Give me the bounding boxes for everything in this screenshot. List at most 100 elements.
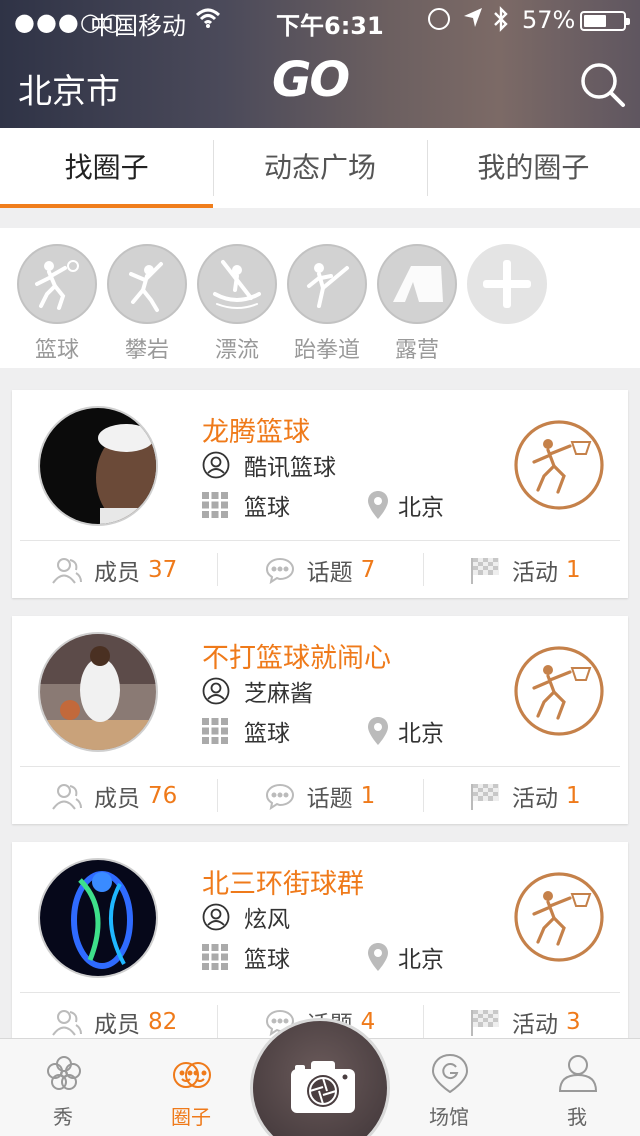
- members-stat[interactable]: 成员 76: [12, 767, 217, 824]
- search-icon[interactable]: [578, 60, 626, 108]
- plus-icon: [467, 244, 547, 324]
- category-camping[interactable]: 露营: [376, 244, 458, 364]
- tab-label: 我: [567, 1105, 587, 1129]
- carrier-name: 中国移动: [90, 12, 186, 40]
- basketball-badge-icon: [514, 420, 604, 510]
- user-icon: [202, 451, 230, 479]
- sport-name: 篮球: [244, 495, 290, 521]
- checkered-flag-icon: [471, 557, 499, 584]
- owner-name: 芝麻酱: [244, 681, 313, 707]
- tab-me[interactable]: 我: [522, 1039, 632, 1136]
- clock: 下午6:31: [276, 12, 384, 40]
- category-label: 篮球: [34, 338, 79, 363]
- topics-count: 1: [360, 782, 376, 809]
- city-selector[interactable]: 北京市: [18, 64, 120, 113]
- group-city: 北京: [368, 942, 444, 973]
- members-label: 成员: [94, 559, 141, 586]
- group-avatar: [38, 406, 158, 526]
- topics-stat[interactable]: 话题 1: [217, 767, 422, 824]
- profile-icon: [558, 1055, 598, 1092]
- grid-icon: [202, 944, 228, 970]
- category-basketball[interactable]: 篮球: [16, 244, 98, 364]
- group-stats: 成员 76 话题 1 活动 1: [12, 767, 628, 824]
- events-stat[interactable]: 活动 1: [422, 767, 628, 824]
- members-count: 82: [148, 1008, 178, 1035]
- add-category-button[interactable]: [466, 244, 548, 324]
- rafting-icon: [197, 244, 277, 324]
- events-label: 活动: [512, 785, 558, 812]
- events-count: 1: [566, 782, 581, 809]
- topics-count: 4: [360, 1008, 376, 1035]
- category-climbing[interactable]: 攀岩: [106, 244, 188, 364]
- segment-tabs: 找圈子 动态广场 我的圈子: [0, 128, 640, 208]
- flower-icon: [47, 1056, 81, 1090]
- location-pin-icon: [368, 943, 388, 971]
- category-label: 露营: [394, 338, 439, 363]
- tab-feed-square[interactable]: 动态广场: [213, 128, 426, 208]
- topics-stat[interactable]: 话题 7: [217, 541, 422, 598]
- members-icon: [52, 1009, 83, 1036]
- basketball-badge-icon: [514, 646, 604, 736]
- group-city: 北京: [368, 490, 444, 521]
- tab-find-circles[interactable]: 找圈子: [0, 128, 214, 208]
- basketball-badge-icon: [514, 872, 604, 962]
- category-label: 漂流: [214, 338, 259, 363]
- events-label: 活动: [512, 559, 558, 586]
- location-pin-icon: [368, 491, 388, 519]
- members-label: 成员: [94, 1011, 141, 1038]
- events-label: 活动: [512, 1011, 558, 1038]
- group-card[interactable]: 龙腾篮球 酷讯篮球 篮球 北京 成员 37 话题 7 活动 1: [12, 390, 628, 598]
- tab-label: 场馆: [429, 1105, 469, 1129]
- user-icon: [202, 903, 230, 931]
- grid-icon: [202, 492, 228, 518]
- tab-circles[interactable]: 圈子: [136, 1039, 246, 1136]
- location-pin-icon: [368, 717, 388, 745]
- checkered-flag-icon: [471, 783, 499, 810]
- tab-show[interactable]: 秀: [8, 1039, 118, 1136]
- venue-pin-icon: [431, 1053, 469, 1093]
- header: ●●●○○ 中国移动 下午6:31 57% 北京市 GO: [0, 0, 640, 128]
- group-sport: 篮球: [202, 942, 290, 973]
- circle-faces-icon: [173, 1062, 211, 1088]
- group-avatar: [38, 632, 158, 752]
- group-city: 北京: [368, 716, 444, 747]
- chat-bubble-icon: [265, 783, 294, 810]
- rotation-lock-icon: [428, 8, 450, 30]
- topics-count: 7: [360, 556, 376, 583]
- app-logo: GO: [272, 52, 350, 108]
- group-owner: 炫风: [202, 902, 290, 933]
- chat-bubble-icon: [265, 557, 294, 584]
- tab-my-circles[interactable]: 我的圈子: [426, 128, 640, 208]
- members-count: 37: [148, 556, 178, 583]
- grid-icon: [202, 718, 228, 744]
- sport-name: 篮球: [244, 721, 290, 747]
- camera-icon: [291, 1061, 355, 1113]
- location-arrow-icon: [464, 8, 482, 27]
- members-label: 成员: [94, 785, 141, 812]
- category-row: 篮球 攀岩 漂流 跆拳道 露营: [0, 228, 640, 368]
- owner-name: 炫风: [244, 907, 290, 933]
- category-taekwondo[interactable]: 跆拳道: [286, 244, 368, 364]
- members-icon: [52, 557, 83, 584]
- events-stat[interactable]: 活动 1: [422, 541, 628, 598]
- tab-venues[interactable]: 场馆: [394, 1039, 504, 1136]
- group-owner: 酷讯篮球: [202, 450, 336, 481]
- group-avatar: [38, 858, 158, 978]
- group-card[interactable]: 不打篮球就闹心 芝麻酱 篮球 北京 成员 76 话题 1 活动 1: [12, 616, 628, 824]
- category-label: 跆拳道: [293, 338, 360, 363]
- group-sport: 篮球: [202, 490, 290, 521]
- group-name: 北三环街球群: [202, 869, 364, 900]
- category-rafting[interactable]: 漂流: [196, 244, 278, 364]
- basketball-icon: [17, 244, 97, 324]
- topics-label: 话题: [306, 559, 353, 586]
- climbing-icon: [107, 244, 187, 324]
- topics-label: 话题: [306, 785, 353, 812]
- members-stat[interactable]: 成员 37: [12, 541, 217, 598]
- tab-label: 圈子: [171, 1105, 211, 1129]
- group-sport: 篮球: [202, 716, 290, 747]
- city-name: 北京: [398, 495, 444, 521]
- city-name: 北京: [398, 721, 444, 747]
- wifi-icon: [195, 8, 221, 28]
- members-count: 76: [148, 782, 178, 809]
- tab-label: 秀: [53, 1105, 73, 1129]
